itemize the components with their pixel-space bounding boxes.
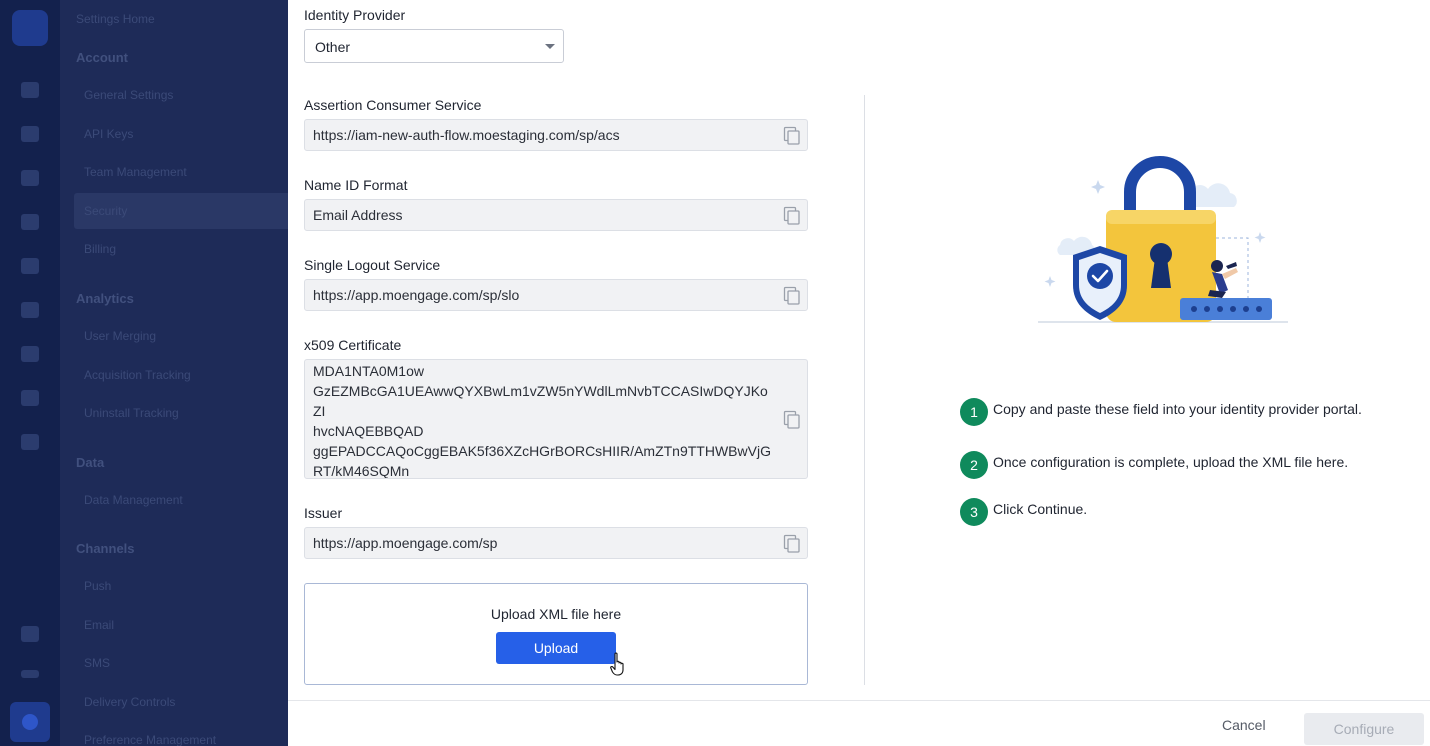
cancel-button[interactable]: Cancel (1222, 714, 1266, 736)
cert-label: x509 Certificate (304, 337, 402, 353)
copy-icon[interactable] (783, 410, 801, 430)
slo-label: Single Logout Service (304, 257, 441, 273)
subnav-item: Uninstall Tracking (84, 406, 179, 420)
subnav-section-channels: Channels (76, 541, 135, 556)
subnav-item: Delivery Controls (84, 695, 176, 709)
subnav-item: SMS (84, 656, 111, 670)
subnav-item: Data Management (84, 493, 183, 507)
copy-icon[interactable] (783, 534, 801, 554)
rail-icon-cards (21, 346, 39, 362)
rail-icon-analytics (21, 170, 39, 186)
avatar (10, 702, 50, 742)
issuer-field[interactable]: https://app.moengage.com/sp (304, 527, 808, 559)
rail-icon-inform (21, 390, 39, 406)
rail-icon-help (21, 626, 39, 642)
step-number: 2 (960, 451, 988, 479)
slo-field[interactable]: https://app.moengage.com/sp/slo (304, 279, 808, 311)
name-id-value: Email Address (313, 207, 403, 223)
modal-footer: Cancel Configure (288, 700, 1430, 746)
app-logo (12, 10, 48, 46)
cert-value: MDA1NTA0M1ow GzEZMBcGA1UEAwwQYXBwLm1vZW5… (313, 363, 771, 479)
rail-icon-segments (21, 126, 39, 142)
subnav-section-analytics: Analytics (76, 291, 134, 306)
rail-icon-apps (21, 434, 39, 450)
name-id-label: Name ID Format (304, 177, 408, 193)
step-text: Click Continue. (993, 501, 1088, 517)
copy-icon[interactable] (783, 206, 801, 226)
subnav-item: Security (84, 204, 128, 218)
subnav-section-data: Data (76, 455, 105, 470)
padlock-illustration (1038, 156, 1288, 323)
rail-icon-more (21, 670, 39, 678)
step-text: Copy and paste these field into your ide… (993, 401, 1362, 417)
identity-provider-select[interactable]: Other (304, 29, 564, 63)
subnav-item: Team Management (84, 165, 187, 179)
rail-icon-flows (21, 258, 39, 274)
app-rail (0, 0, 60, 746)
acs-field[interactable]: https://iam-new-auth-flow.moestaging.com… (304, 119, 808, 151)
issuer-label: Issuer (304, 505, 343, 521)
cert-field[interactable]: MDA1NTA0M1ow GzEZMBcGA1UEAwwQYXBwLm1vZW5… (304, 359, 808, 479)
xml-upload-dropzone[interactable]: Upload XML file here Upload (304, 583, 808, 685)
rail-icon-campaigns (21, 214, 39, 230)
step-number: 1 (960, 398, 988, 426)
acs-label: Assertion Consumer Service (304, 97, 482, 113)
acs-value: https://iam-new-auth-flow.moestaging.com… (313, 127, 620, 143)
settings-subnav: Settings Home Account General Settings A… (60, 0, 288, 746)
subnav-item: Acquisition Tracking (84, 368, 191, 382)
configure-button[interactable]: Configure (1304, 713, 1424, 745)
rail-icon-content (21, 302, 39, 318)
subnav-title: Settings Home (76, 12, 155, 26)
upload-button[interactable]: Upload (496, 632, 616, 664)
chevron-down-icon (545, 44, 555, 49)
name-id-field[interactable]: Email Address (304, 199, 808, 231)
upload-prompt: Upload XML file here (490, 606, 622, 622)
copy-icon[interactable] (783, 126, 801, 146)
subnav-item: Push (84, 579, 112, 593)
sso-config-form: Identity Provider Other Assertion Consum… (288, 0, 864, 700)
subnav-section-account: Account (76, 50, 128, 65)
step-number: 3 (960, 498, 988, 526)
issuer-value: https://app.moengage.com/sp (313, 535, 498, 551)
slo-value: https://app.moengage.com/sp/slo (313, 287, 520, 303)
panel-divider (864, 95, 865, 685)
hand-pointer-icon (610, 652, 624, 676)
subnav-item: API Keys (84, 127, 134, 141)
copy-icon[interactable] (783, 286, 801, 306)
subnav-item: Email (84, 618, 115, 632)
identity-provider-value: Other (315, 39, 351, 55)
subnav-item: Billing (84, 242, 117, 256)
subnav-item: General Settings (84, 88, 174, 102)
subnav-item: Preference Management (84, 733, 217, 746)
step-text: Once configuration is complete, upload t… (993, 454, 1349, 470)
rail-icon-dashboard (21, 82, 39, 98)
identity-provider-label: Identity Provider (304, 7, 406, 23)
subnav-item: User Merging (84, 329, 157, 343)
